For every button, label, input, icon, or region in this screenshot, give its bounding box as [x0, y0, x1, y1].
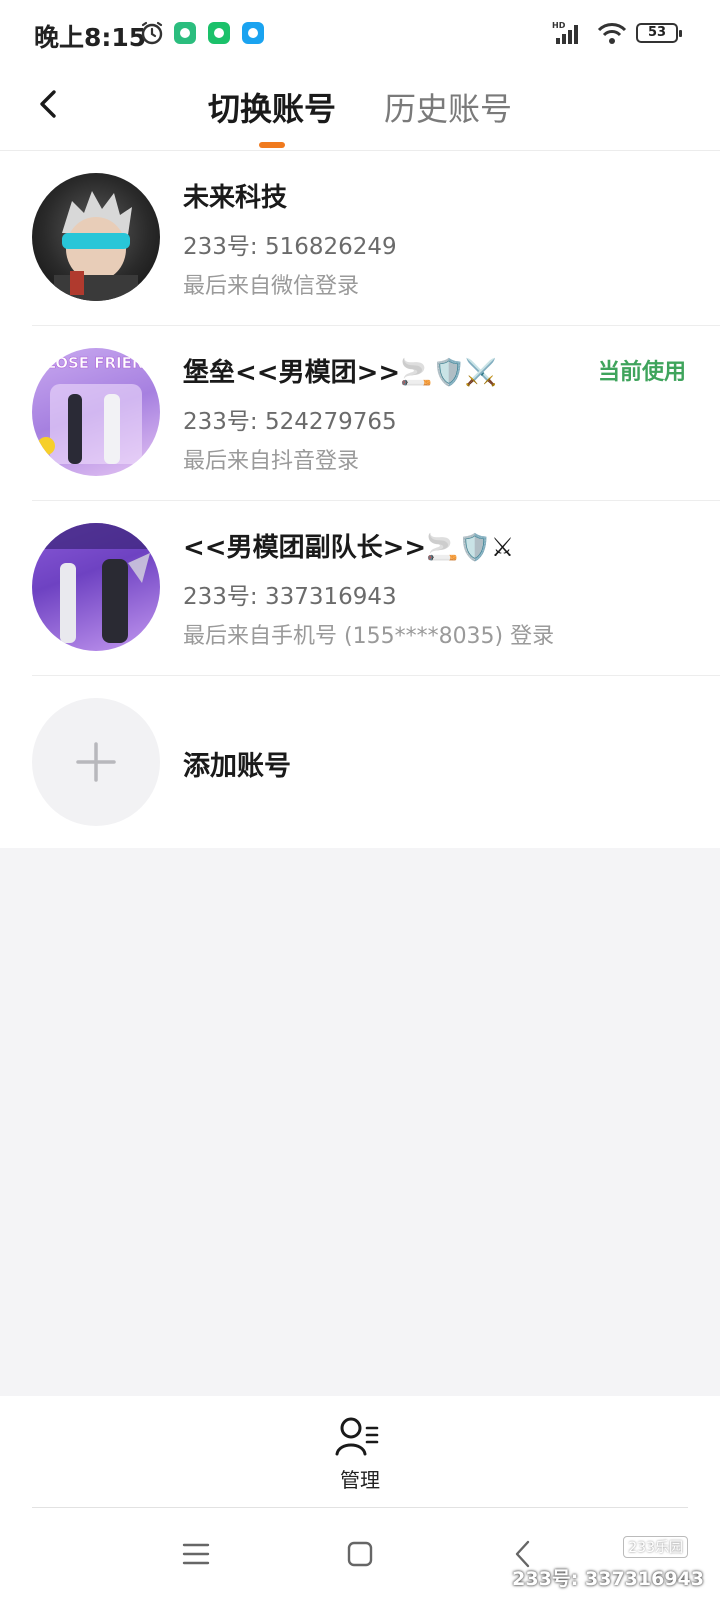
- header: 切换账号 历史账号: [0, 70, 720, 151]
- home-icon[interactable]: [336, 1530, 384, 1578]
- tab-switch-account[interactable]: 切换账号: [208, 84, 336, 130]
- manage-button[interactable]: 管理: [320, 1414, 400, 1498]
- alarm-icon: [141, 21, 163, 45]
- account-name: 堡垒<<男模团>>🚬🛡️⚔️: [183, 358, 498, 388]
- signal-icon: HD: [552, 21, 578, 44]
- account-id: 233号: 516826249: [183, 234, 397, 260]
- account-id: 233号: 524279765: [183, 409, 397, 435]
- app-notification-icon: [242, 22, 264, 44]
- wifi-icon: [597, 23, 627, 44]
- menu-icon[interactable]: [172, 1530, 220, 1578]
- watermark-logo: 233乐园: [623, 1536, 688, 1558]
- account-item[interactable]: <<男模团副队长>>🚬🛡️⚔ 233号: 337316943 最后来自手机号 (…: [0, 501, 720, 676]
- account-list: 未来科技 233号: 516826249 最后来自微信登录 CLOSE FRIE…: [0, 151, 720, 848]
- add-account-button[interactable]: 添加账号: [0, 676, 720, 848]
- status-bar: 晚上8:15 HD 53: [0, 0, 720, 70]
- avatar-caption: CLOSE FRIEND: [35, 354, 157, 372]
- back-button[interactable]: [30, 84, 70, 124]
- battery-indicator: 53: [636, 23, 682, 43]
- security-app-icon: [174, 22, 196, 44]
- active-tab-indicator: [259, 142, 285, 148]
- avatar: [32, 523, 160, 651]
- avatar-image: [32, 523, 160, 643]
- bottom-toolbar: 管理: [0, 1396, 720, 1508]
- add-account-circle: [32, 698, 160, 826]
- watermark-text: 233号: 337316943: [512, 1568, 704, 1590]
- avatar-image: [54, 191, 138, 301]
- account-login-source: 最后来自抖音登录: [183, 449, 360, 474]
- tab-history-account[interactable]: 历史账号: [384, 84, 512, 130]
- avatar-image: CLOSE FRIEND: [35, 354, 157, 464]
- account-login-source: 最后来自微信登录: [183, 274, 360, 299]
- account-item[interactable]: CLOSE FRIEND 堡垒<<男模团>>🚬🛡️⚔️ 当前使用 233号: 5…: [0, 326, 720, 501]
- account-id: 233号: 337316943: [183, 584, 397, 610]
- account-name: 未来科技: [183, 183, 288, 213]
- add-account-label: 添加账号: [183, 751, 291, 782]
- account-name: <<男模团副队长>>🚬🛡️⚔: [183, 533, 515, 563]
- manage-label: 管理: [340, 1468, 380, 1492]
- avatar: [32, 173, 160, 301]
- account-login-source: 最后来自手机号 (155****8035) 登录: [183, 624, 555, 649]
- current-account-badge: 当前使用: [597, 360, 686, 385]
- plus-icon: [76, 742, 116, 782]
- status-time: 晚上8:15: [34, 23, 147, 52]
- avatar: CLOSE FRIEND: [32, 348, 160, 476]
- wechat-icon: [208, 22, 230, 44]
- account-item[interactable]: 未来科技 233号: 516826249 最后来自微信登录: [0, 151, 720, 326]
- network-label: HD: [552, 21, 566, 30]
- manage-user-icon: [335, 1417, 379, 1456]
